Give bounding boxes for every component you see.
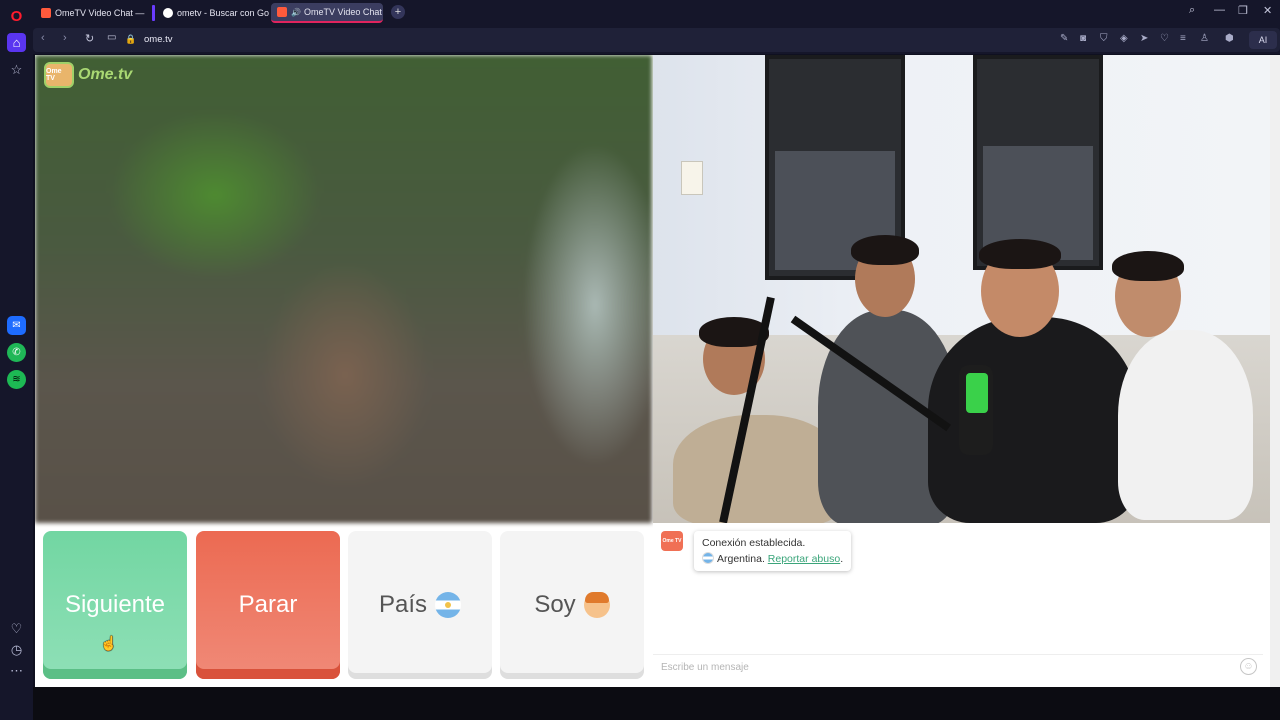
- person-hair: [1112, 251, 1184, 281]
- gender-button[interactable]: Soy: [500, 531, 644, 679]
- hand-cursor-icon: ☝: [100, 635, 118, 651]
- ometv-page: Ome TV Ome.tv Siguiente Parar País Soy ☝…: [35, 55, 1270, 687]
- forward-icon[interactable]: ›: [63, 32, 67, 44]
- menu-icon[interactable]: ≡: [1180, 33, 1186, 44]
- more-icon[interactable]: ⋯: [7, 661, 26, 680]
- opera-icon[interactable]: O: [7, 7, 26, 26]
- messenger-icon[interactable]: ✉: [7, 316, 26, 335]
- person-hair: [851, 235, 919, 265]
- video-window: [973, 55, 1103, 270]
- snapshot-icon[interactable]: ◙: [1080, 33, 1086, 44]
- tab-title: OmeTV Video Chat —: [303, 7, 383, 17]
- connection-status: Conexión establecida.: [702, 537, 806, 549]
- minimize-icon[interactable]: —: [1214, 4, 1225, 16]
- report-suffix: .: [840, 553, 844, 565]
- argentina-flag-icon: [435, 592, 462, 618]
- tab-separator: [152, 5, 155, 21]
- page-scrollbar[interactable]: [1270, 55, 1280, 687]
- reload-icon[interactable]: ↻: [85, 32, 94, 45]
- send-icon[interactable]: ➤: [1140, 33, 1148, 44]
- address-field[interactable]: ‹ › ↻ ▭ 🔒 ome.tv ✎ ◙ ⛉ ◈ ➤ ♡ ≡ ♙ ⬢ AI: [33, 28, 1280, 52]
- extension-icon[interactable]: ⬢: [1225, 33, 1234, 44]
- country-button[interactable]: País: [348, 531, 492, 679]
- ometv-favicon-icon: [277, 7, 287, 17]
- camera-permission-icon[interactable]: ▭: [107, 32, 116, 43]
- address-bar: ‹ › ↻ ▭ 🔒 ome.tv ✎ ◙ ⛉ ◈ ➤ ♡ ≡ ♙ ⬢ AI: [33, 26, 1280, 54]
- tv-logo-icon: Ome TV: [44, 62, 74, 88]
- close-icon[interactable]: ✕: [1263, 4, 1272, 17]
- spotify-icon[interactable]: ≋: [7, 370, 26, 389]
- next-label: Siguiente: [64, 591, 166, 618]
- profile-icon[interactable]: ♙: [1200, 33, 1209, 44]
- google-favicon-icon: [163, 8, 173, 18]
- argentina-flag-icon: [702, 552, 714, 564]
- gender-label: Soy: [534, 591, 576, 618]
- speaker-icon[interactable]: 🔊: [291, 8, 301, 17]
- report-abuse-link[interactable]: Reportar abuso: [768, 553, 840, 565]
- sidebar: O ⌂ ☆ ✉ ✆ ≋ ♡ ◷ ⋯: [0, 0, 33, 720]
- url-text[interactable]: ome.tv: [144, 34, 173, 45]
- ai-label: AI: [1258, 35, 1268, 45]
- ai-button[interactable]: AI: [1249, 31, 1277, 49]
- person-hair: [979, 239, 1061, 269]
- chat-input-bar: ☺: [653, 654, 1263, 679]
- search-tabs-icon[interactable]: ⌕: [1189, 4, 1195, 17]
- system-message: Conexión establecida. Argentina. Reporta…: [694, 531, 852, 571]
- bottom-area: [33, 687, 1280, 720]
- tab-bar: OmeTV Video Chat — Om ometv - Buscar con…: [33, 0, 1280, 26]
- self-video: [653, 55, 1270, 523]
- chat-panel: Ome TV Conexión establecida. Argentina. …: [653, 523, 1270, 687]
- heart-icon[interactable]: ♡: [1160, 33, 1169, 44]
- tab-title: ometv - Buscar con Goog: [177, 8, 269, 18]
- logo-badge-text: Ome TV: [46, 68, 62, 82]
- person: [1118, 330, 1253, 520]
- stranger-video: [35, 55, 652, 523]
- logo-text: Ome.tv: [78, 66, 133, 83]
- country-line: Argentina. Reportar abuso.: [702, 551, 843, 567]
- mic-light: [966, 373, 988, 413]
- next-button[interactable]: Siguiente: [43, 531, 187, 679]
- country-label: País: [378, 591, 428, 618]
- clock-icon[interactable]: ◷: [7, 640, 26, 659]
- tab-ometv-active[interactable]: 🔊 OmeTV Video Chat —: [271, 3, 383, 23]
- country-name: Argentina.: [717, 553, 765, 565]
- message-input[interactable]: [661, 659, 1221, 676]
- shield-icon[interactable]: ⛉: [1100, 33, 1108, 44]
- chat-logo-text: Ome TV: [662, 538, 682, 544]
- ometv-chat-logo-icon: Ome TV: [661, 531, 683, 551]
- stop-button[interactable]: Parar: [196, 531, 340, 679]
- ometv-logo[interactable]: Ome TV Ome.tv: [44, 62, 132, 88]
- heart-icon[interactable]: ♡: [7, 619, 26, 638]
- tab-google-search[interactable]: ometv - Buscar con Goog: [157, 3, 269, 23]
- star-icon[interactable]: ☆: [7, 60, 26, 79]
- whatsapp-icon[interactable]: ✆: [7, 343, 26, 362]
- boy-emoji-icon: [583, 592, 610, 618]
- emoji-icon[interactable]: ☺: [1240, 658, 1257, 675]
- wall-outlet: [681, 161, 703, 195]
- ometv-favicon-icon: [41, 8, 51, 18]
- new-tab-button[interactable]: +: [391, 5, 405, 19]
- tab-ometv-1[interactable]: OmeTV Video Chat — Om: [35, 3, 147, 23]
- home-icon[interactable]: ⌂: [7, 33, 26, 52]
- lock-icon: 🔒: [125, 34, 137, 44]
- edit-icon[interactable]: ✎: [1060, 33, 1068, 44]
- restore-icon[interactable]: ❐: [1238, 4, 1248, 17]
- vpn-icon[interactable]: ◈: [1120, 33, 1128, 44]
- tab-title: OmeTV Video Chat — Om: [55, 8, 147, 18]
- stop-label: Parar: [238, 591, 298, 618]
- back-icon[interactable]: ‹: [41, 32, 45, 44]
